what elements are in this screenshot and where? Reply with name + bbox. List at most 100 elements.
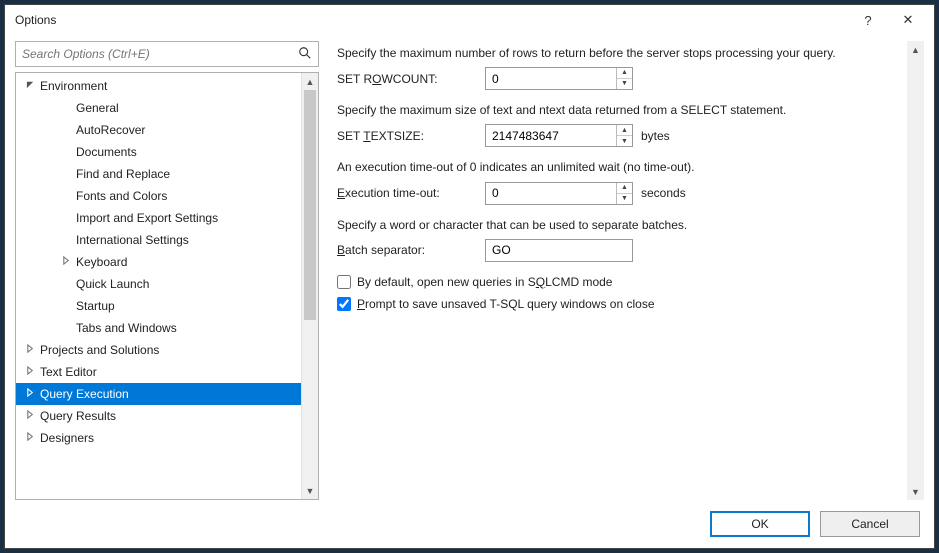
row-prompt-save: Prompt to save unsaved T-SQL query windo… bbox=[337, 296, 905, 312]
help-button[interactable]: ? bbox=[848, 7, 888, 33]
tree-item-label: Import and Export Settings bbox=[76, 211, 218, 225]
description-textsize: Specify the maximum size of text and nte… bbox=[337, 102, 905, 118]
sqlcmd-checkbox[interactable] bbox=[337, 275, 351, 289]
rowcount-label: SET ROWCOUNT: bbox=[337, 71, 477, 87]
scroll-up-icon[interactable]: ▲ bbox=[302, 73, 318, 90]
tree-item-label: AutoRecover bbox=[76, 123, 145, 137]
chevron-down-icon[interactable] bbox=[26, 80, 40, 92]
timeout-spinner[interactable]: ▲▼ bbox=[616, 183, 632, 204]
description-rowcount: Specify the maximum number of rows to re… bbox=[337, 45, 905, 61]
row-rowcount: SET ROWCOUNT: ▲▼ bbox=[337, 67, 905, 90]
prompt-save-label[interactable]: Prompt to save unsaved T-SQL query windo… bbox=[357, 296, 655, 312]
tree-item-label: Keyboard bbox=[76, 255, 127, 269]
rowcount-spinner[interactable]: ▲▼ bbox=[616, 68, 632, 89]
close-button[interactable]: ✕ bbox=[888, 7, 928, 33]
description-timeout: An execution time-out of 0 indicates an … bbox=[337, 159, 905, 175]
textsize-input[interactable]: ▲▼ bbox=[485, 124, 633, 147]
chevron-right-icon[interactable] bbox=[26, 366, 40, 378]
tree-item[interactable]: Tabs and Windows bbox=[16, 317, 301, 339]
tree-item[interactable]: Documents bbox=[16, 141, 301, 163]
chevron-right-icon[interactable] bbox=[26, 388, 40, 400]
tree-item[interactable]: Query Results bbox=[16, 405, 301, 427]
tree-item[interactable]: Import and Export Settings bbox=[16, 207, 301, 229]
row-timeout: Execution time-out: ▲▼ seconds bbox=[337, 182, 905, 205]
tree-item[interactable]: Find and Replace bbox=[16, 163, 301, 185]
timeout-label: Execution time-out: bbox=[337, 185, 477, 201]
timeout-field[interactable] bbox=[486, 183, 616, 204]
spin-up-icon[interactable]: ▲ bbox=[617, 183, 632, 194]
sqlcmd-label[interactable]: By default, open new queries in SQLCMD m… bbox=[357, 274, 612, 290]
spin-down-icon[interactable]: ▼ bbox=[617, 194, 632, 204]
chevron-right-icon[interactable] bbox=[26, 344, 40, 356]
content-scrollbar[interactable]: ▲ ▼ bbox=[907, 41, 924, 500]
tree-item[interactable]: Designers bbox=[16, 427, 301, 449]
nav-tree: Environment General AutoRecover Documents Fi… bbox=[15, 72, 319, 500]
textsize-unit: bytes bbox=[641, 128, 670, 144]
search-input[interactable] bbox=[16, 42, 292, 66]
scroll-down-icon[interactable]: ▼ bbox=[302, 482, 318, 499]
scroll-up-icon[interactable]: ▲ bbox=[907, 41, 924, 58]
textsize-spinner[interactable]: ▲▼ bbox=[616, 125, 632, 146]
tree-item-label: Query Results bbox=[40, 409, 116, 423]
tree-item-label: Documents bbox=[76, 145, 137, 159]
dialog-body: Environment General AutoRecover Documents Fi… bbox=[5, 35, 934, 500]
tree-item[interactable]: Fonts and Colors bbox=[16, 185, 301, 207]
spin-up-icon[interactable]: ▲ bbox=[617, 68, 632, 79]
row-batch: Batch separator: bbox=[337, 239, 905, 262]
tree-item-label: Startup bbox=[76, 299, 115, 313]
scroll-down-icon[interactable]: ▼ bbox=[907, 483, 924, 500]
tree-item-label: Text Editor bbox=[40, 365, 97, 379]
settings-content: Specify the maximum number of rows to re… bbox=[333, 41, 907, 500]
spin-up-icon[interactable]: ▲ bbox=[617, 125, 632, 136]
left-panel: Environment General AutoRecover Documents Fi… bbox=[15, 41, 319, 500]
batch-label: Batch separator: bbox=[337, 242, 477, 258]
tree-item-label: Projects and Solutions bbox=[40, 343, 159, 357]
tree-item[interactable]: Startup bbox=[16, 295, 301, 317]
rowcount-input[interactable]: ▲▼ bbox=[485, 67, 633, 90]
description-batch: Specify a word or character that can be … bbox=[337, 217, 905, 233]
tree-item[interactable]: Text Editor bbox=[16, 361, 301, 383]
tree-item[interactable]: Query Execution bbox=[16, 383, 301, 405]
textsize-label: SET TEXTSIZE: bbox=[337, 128, 477, 144]
options-dialog: Options ? ✕ Environment General AutoRecove… bbox=[4, 4, 935, 549]
tree-item-label: Quick Launch bbox=[76, 277, 149, 291]
chevron-right-icon[interactable] bbox=[62, 256, 76, 268]
tree-item[interactable]: General bbox=[16, 97, 301, 119]
timeout-input[interactable]: ▲▼ bbox=[485, 182, 633, 205]
chevron-right-icon[interactable] bbox=[26, 410, 40, 422]
timeout-unit: seconds bbox=[641, 185, 686, 201]
tree-items: Environment General AutoRecover Documents Fi… bbox=[16, 73, 301, 499]
tree-item-label: Fonts and Colors bbox=[76, 189, 167, 203]
tree-item-label: General bbox=[76, 101, 119, 115]
prompt-save-checkbox[interactable] bbox=[337, 297, 351, 311]
ok-button[interactable]: OK bbox=[710, 511, 810, 537]
tree-item-label: Query Execution bbox=[40, 387, 129, 401]
tree-item-label: Tabs and Windows bbox=[76, 321, 177, 335]
tree-item-label: Find and Replace bbox=[76, 167, 170, 181]
tree-item-label: International Settings bbox=[76, 233, 189, 247]
tree-item-label: Environment bbox=[40, 79, 107, 93]
search-icon[interactable] bbox=[292, 46, 318, 63]
spin-down-icon[interactable]: ▼ bbox=[617, 136, 632, 146]
batch-input[interactable] bbox=[485, 239, 633, 262]
tree-item[interactable]: International Settings bbox=[16, 229, 301, 251]
titlebar: Options ? ✕ bbox=[5, 5, 934, 35]
scroll-thumb[interactable] bbox=[304, 90, 316, 320]
dialog-footer: OK Cancel bbox=[5, 500, 934, 548]
right-panel: Specify the maximum number of rows to re… bbox=[333, 41, 924, 500]
search-box[interactable] bbox=[15, 41, 319, 67]
tree-item[interactable]: Keyboard bbox=[16, 251, 301, 273]
row-textsize: SET TEXTSIZE: ▲▼ bytes bbox=[337, 124, 905, 147]
tree-item[interactable]: AutoRecover bbox=[16, 119, 301, 141]
spin-down-icon[interactable]: ▼ bbox=[617, 79, 632, 89]
tree-scrollbar[interactable]: ▲ ▼ bbox=[301, 73, 318, 499]
tree-item[interactable]: Environment bbox=[16, 75, 301, 97]
row-sqlcmd: By default, open new queries in SQLCMD m… bbox=[337, 274, 905, 290]
cancel-button[interactable]: Cancel bbox=[820, 511, 920, 537]
tree-item[interactable]: Projects and Solutions bbox=[16, 339, 301, 361]
chevron-right-icon[interactable] bbox=[26, 432, 40, 444]
textsize-field[interactable] bbox=[486, 125, 616, 146]
rowcount-field[interactable] bbox=[486, 68, 616, 89]
tree-item-label: Designers bbox=[40, 431, 94, 445]
tree-item[interactable]: Quick Launch bbox=[16, 273, 301, 295]
